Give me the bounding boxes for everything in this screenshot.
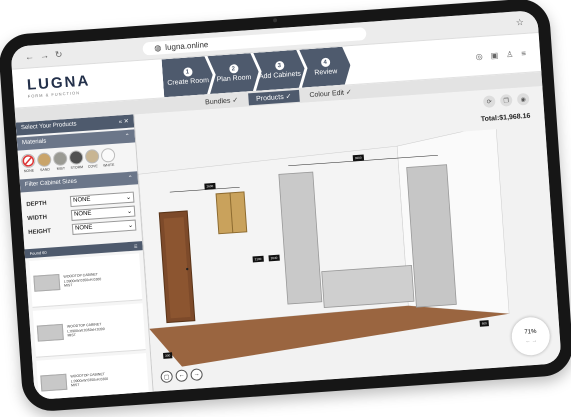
low-cabinet: [321, 264, 415, 309]
swatch-storm[interactable]: STORM: [68, 150, 84, 170]
filter-label-height: HEIGHT: [28, 227, 52, 236]
product-card[interactable]: WOODTOP CABINET L:0900xW:0350xH:0300 MIS…: [32, 303, 146, 358]
bookmark-star-icon[interactable]: ☆: [515, 16, 524, 28]
swatch-mist[interactable]: MIST: [52, 151, 68, 171]
list-view-icon[interactable]: ☰: [134, 243, 138, 248]
swatch-color: [84, 148, 100, 164]
room-canvas[interactable]: ⟳ ❐ ◉ Total:$1,968.16 2600 3200 2100 204…: [134, 85, 562, 392]
swatch-color: [36, 152, 52, 168]
swatch-color: [100, 147, 116, 163]
dimension-label: 2600: [204, 182, 216, 190]
header-icons: ◎ ▣ ♙ ≡: [475, 48, 526, 60]
swatch-label: NONE: [23, 168, 35, 174]
user-icon[interactable]: ♙: [506, 49, 514, 58]
filter-label: Filter Cabinet Sizes: [24, 178, 78, 189]
height-select[interactable]: NONE ⌄: [71, 219, 137, 235]
workspace: Select Your Products « ✕ Materials ⌃ NON…: [15, 85, 562, 400]
depth-select[interactable]: NONE ⌄: [69, 191, 135, 208]
filter-controls: DEPTH NONE ⌄ WIDTH NONE ⌄ HEIGHT NONE ⌄: [20, 184, 141, 245]
logo[interactable]: LUGNA FORM & FUNCTION: [26, 72, 91, 98]
filter-label-depth: DEPTH: [26, 200, 47, 208]
step-label: Add Cabinets: [258, 70, 302, 81]
product-info: WOODTOP CABINET L:0900xW:0350xH:0300 MIS…: [70, 372, 108, 389]
cabinet-thumbnail: [33, 273, 61, 292]
chevron-down-icon: ⌄: [126, 208, 133, 216]
undo-arrow-icon[interactable]: ←: [175, 369, 189, 383]
browser-nav: ← → ↻: [25, 49, 63, 63]
step-number: 2: [229, 64, 239, 74]
width-select[interactable]: NONE ⌄: [70, 205, 136, 221]
zoom-control[interactable]: 71% ← →: [510, 315, 552, 357]
room-3d-view[interactable]: [137, 128, 521, 373]
chevron-down-icon: ⌄: [127, 222, 134, 230]
view-3d-icon[interactable]: ⟳: [482, 95, 496, 108]
lock-icon: ◍: [153, 42, 162, 53]
dimension-label: 2100: [252, 255, 264, 263]
camera-icon[interactable]: ◉: [516, 92, 530, 106]
step-plan-room[interactable]: 2 Plan Room: [207, 53, 260, 94]
select-value: NONE: [73, 210, 92, 218]
swatch-color: [68, 150, 84, 165]
dimension-label: 300: [163, 352, 173, 359]
back-arrow-icon[interactable]: ←: [25, 51, 35, 63]
swatch-cove[interactable]: COVE: [84, 148, 100, 169]
url-text: lugna.online: [164, 39, 209, 52]
product-card[interactable]: WOODTOP CABINET L:0900xW:0350xH:0300 MIS…: [29, 253, 143, 308]
swatch-color: [52, 151, 68, 167]
reload-icon[interactable]: ↻: [55, 49, 63, 60]
none-icon: [20, 153, 36, 169]
canvas-bottom-nav: ▢ ← →: [160, 368, 204, 384]
filter-label-width: WIDTH: [27, 214, 48, 222]
zoom-arrows-icon[interactable]: ← →: [525, 337, 537, 344]
swatch-label: COVE: [87, 164, 98, 169]
settings-icon[interactable]: ◎: [475, 51, 483, 60]
step-review[interactable]: 4 Review: [299, 46, 352, 87]
swatch-sand[interactable]: SAND: [36, 152, 52, 173]
chevron-up-icon: ⌃: [127, 175, 133, 182]
canvas-tools: ⟳ ❐ ◉: [482, 92, 530, 108]
materials-label: Materials: [21, 138, 47, 147]
collapse-icon[interactable]: « ✕: [119, 118, 129, 126]
step-label: Review: [314, 68, 338, 77]
product-info: WOODTOP CABINET L:0900xW:0350xH:0300 MIS…: [63, 272, 101, 289]
sidebar-title: Select Your Products: [20, 121, 77, 132]
swatch-none[interactable]: NONE: [20, 153, 36, 174]
redo-arrow-icon[interactable]: →: [190, 368, 204, 382]
dimension-label: 3200: [352, 154, 364, 162]
product-info: WOODTOP CABINET L:0900xW:0350xH:0300 MIS…: [67, 322, 105, 339]
step-label: Create Room: [167, 77, 210, 87]
step-add-cabinets[interactable]: 3 Add Cabinets: [253, 49, 306, 90]
forward-arrow-icon[interactable]: →: [40, 50, 50, 62]
total-price: Total:$1,968.16: [480, 112, 531, 124]
copy-icon[interactable]: ❐: [499, 93, 513, 107]
select-value: NONE: [74, 224, 93, 232]
swatch-label: SAND: [39, 167, 50, 173]
swatch-label: MIST: [56, 166, 66, 171]
tablet-screen: ← → ↻ ◍ lugna.online ☆ LUGNA FORM & FUNC…: [10, 10, 562, 400]
product-card[interactable]: WOODTOP CABINET L:0900xW:0350xH:0300 MIS…: [36, 353, 150, 400]
swatch-white[interactable]: WHITE: [100, 147, 116, 168]
step-label: Plan Room: [216, 74, 252, 84]
cabinet-thumbnail: [40, 373, 68, 392]
step-number: 1: [183, 67, 193, 77]
select-value: NONE: [72, 196, 91, 204]
found-count: Found 60: [29, 249, 47, 256]
front-camera: [272, 18, 278, 23]
menu-icon[interactable]: ≡: [521, 48, 526, 57]
step-number: 3: [274, 61, 284, 71]
swatch-label: WHITE: [103, 162, 115, 168]
swatch-label: STORM: [70, 165, 84, 170]
dimension-label: 600: [479, 320, 489, 327]
step-number: 4: [320, 58, 330, 68]
tablet-frame: ← → ↻ ◍ lugna.online ☆ LUGNA FORM & FUNC…: [0, 0, 571, 413]
save-icon[interactable]: ▣: [490, 50, 498, 60]
step-create-room[interactable]: 1 Create Room: [162, 56, 215, 97]
cabinet-thumbnail: [36, 323, 64, 342]
chevron-up-icon: ⌃: [124, 133, 131, 141]
chevron-down-icon: ⌄: [125, 194, 132, 202]
layers-icon[interactable]: ▢: [160, 370, 174, 384]
product-sidebar: Select Your Products « ✕ Materials ⌃ NON…: [15, 114, 154, 400]
dimension-label: 2040: [268, 254, 280, 262]
zoom-level: 71%: [524, 328, 537, 336]
